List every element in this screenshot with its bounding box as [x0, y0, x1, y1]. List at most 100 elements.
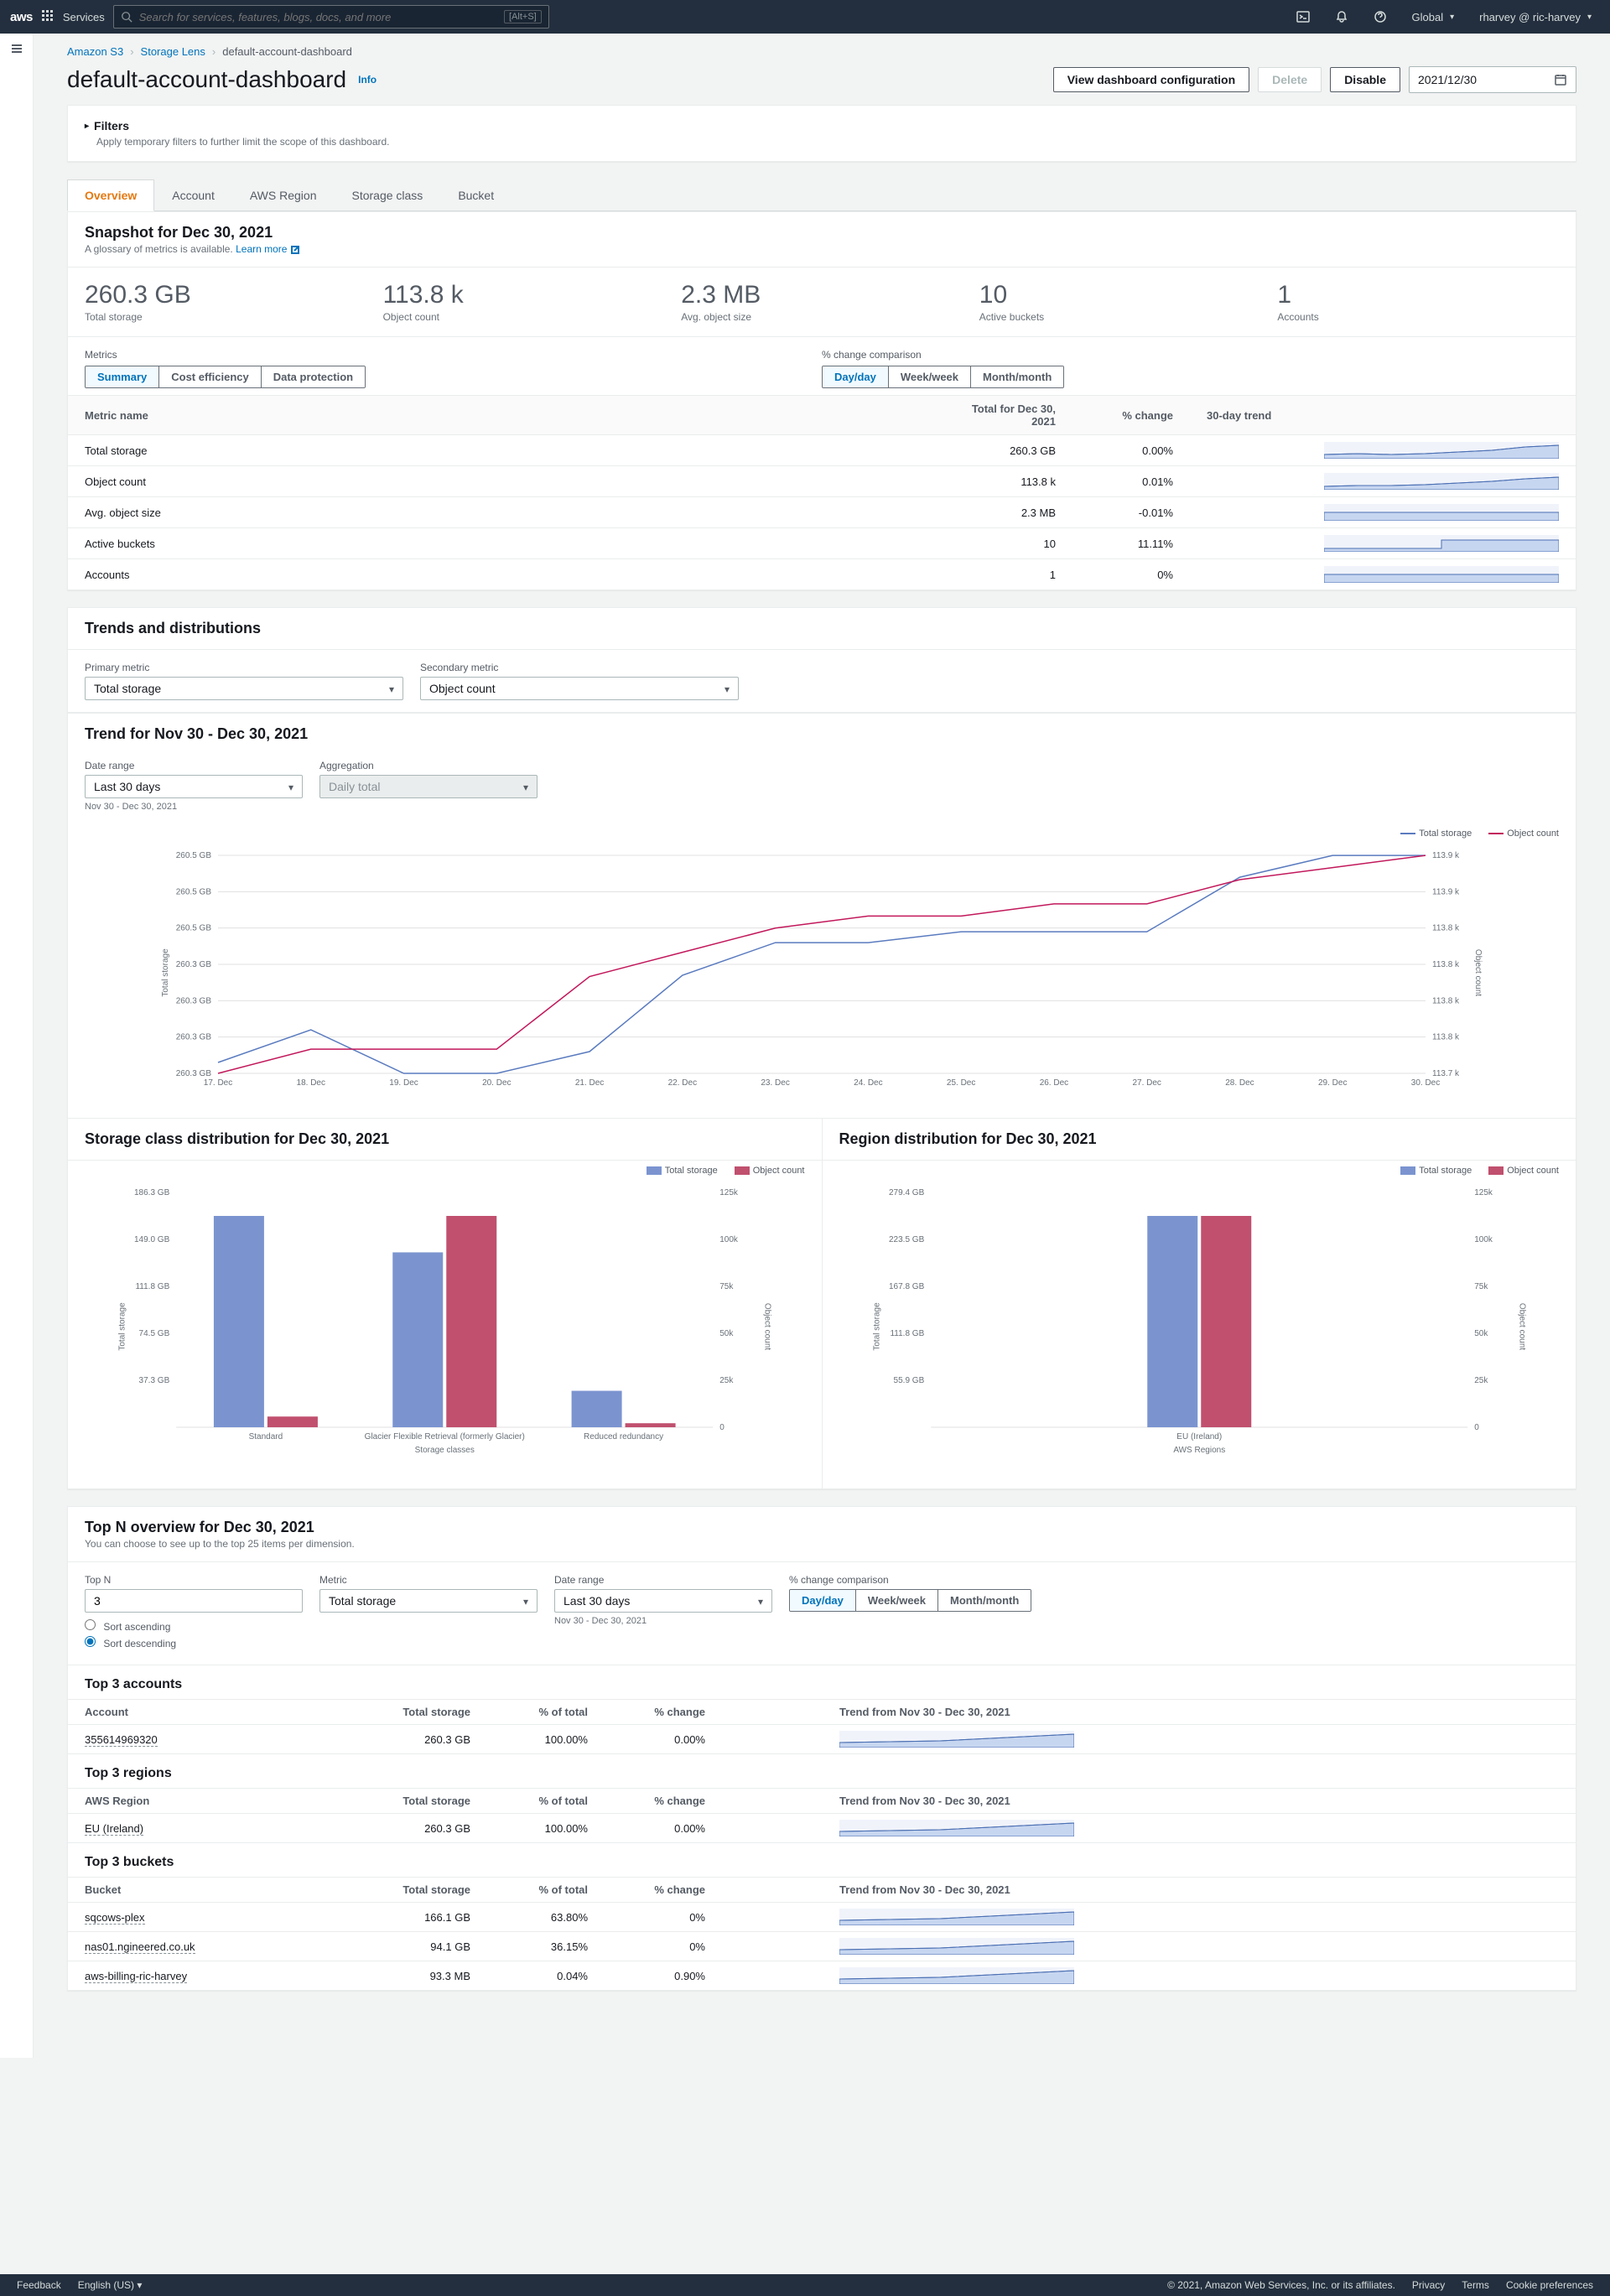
date-range-label: Date range	[85, 760, 303, 771]
tab-account[interactable]: Account	[154, 179, 232, 211]
dist-right-title: Region distribution for Dec 30, 2021	[839, 1130, 1560, 1148]
table-row: Object count113.8 k0.01%	[68, 466, 1576, 497]
svg-text:100k: 100k	[719, 1235, 739, 1244]
sort-asc-radio[interactable]: Sort ascending	[85, 1619, 303, 1633]
seg-week-week[interactable]: Week/week	[889, 366, 971, 387]
disable-button[interactable]: Disable	[1330, 67, 1400, 92]
info-link[interactable]: Info	[358, 74, 377, 86]
seg-data-protection[interactable]: Data protection	[262, 366, 365, 387]
sort-desc-radio[interactable]: Sort descending	[85, 1636, 303, 1649]
metric-cards: 260.3 GBTotal storage 113.8 kObject coun…	[68, 268, 1576, 337]
seg-cost-efficiency[interactable]: Cost efficiency	[159, 366, 261, 387]
primary-metric-select[interactable]: Total storage	[85, 677, 403, 700]
search-input[interactable]	[139, 11, 497, 23]
top-nav: aws Services [Alt+S] Global rharvey @ ri…	[0, 0, 1610, 34]
feedback-link[interactable]: Feedback	[17, 2279, 61, 2291]
tab-aws-region[interactable]: AWS Region	[232, 179, 335, 211]
topn-seg-month[interactable]: Month/month	[938, 1590, 1031, 1611]
copyright: © 2021, Amazon Web Services, Inc. or its…	[1167, 2279, 1395, 2291]
svg-text:25. Dec: 25. Dec	[947, 1078, 975, 1088]
date-picker[interactable]: 2021/12/30	[1409, 66, 1576, 93]
svg-text:37.3 GB: 37.3 GB	[139, 1376, 170, 1385]
learn-more-link[interactable]: Learn more	[236, 243, 300, 255]
seg-summary[interactable]: Summary	[86, 366, 159, 387]
topn-n-label: Top N	[85, 1574, 303, 1586]
metric-accounts: 1	[1277, 281, 1559, 309]
snapshot-title: Snapshot for Dec 30, 2021	[85, 224, 1559, 242]
svg-text:25k: 25k	[719, 1376, 734, 1385]
svg-text:28. Dec: 28. Dec	[1225, 1078, 1254, 1088]
sidebar-toggle[interactable]	[0, 34, 34, 2058]
svg-text:260.3 GB: 260.3 GB	[176, 1069, 212, 1078]
region-selector[interactable]: Global	[1404, 11, 1463, 23]
chevron-right-icon: ▸	[85, 122, 89, 131]
breadcrumb-storage-lens[interactable]: Storage Lens	[141, 45, 205, 58]
table-row: Active buckets1011.11%	[68, 528, 1576, 559]
table-row: EU (Ireland) 260.3 GB 100.00% 0.00%	[68, 1814, 1576, 1843]
filters-toggle[interactable]: ▸ Filters	[85, 119, 1559, 132]
svg-text:26. Dec: 26. Dec	[1040, 1078, 1068, 1088]
topn-change-label: % change comparison	[789, 1574, 1031, 1586]
tabs: Overview Account AWS Region Storage clas…	[67, 179, 1576, 211]
breadcrumb: Amazon S3 › Storage Lens › default-accou…	[67, 45, 1576, 58]
privacy-link[interactable]: Privacy	[1412, 2279, 1445, 2291]
notifications-icon[interactable]	[1327, 10, 1357, 23]
dist-left-title: Storage class distribution for Dec 30, 2…	[85, 1130, 805, 1148]
svg-text:125k: 125k	[719, 1188, 739, 1197]
svg-text:0: 0	[1474, 1423, 1479, 1432]
svg-text:Total storage: Total storage	[872, 1302, 881, 1351]
view-config-button[interactable]: View dashboard configuration	[1053, 67, 1249, 92]
metric-avg-object-size: 2.3 MB	[681, 281, 963, 309]
metrics-table: Metric name Total for Dec 30, 2021 % cha…	[68, 395, 1576, 590]
topn-seg-day[interactable]: Day/day	[790, 1590, 856, 1611]
svg-text:22. Dec: 22. Dec	[668, 1078, 697, 1088]
services-grid-icon[interactable]	[41, 9, 55, 25]
cloudshell-icon[interactable]	[1288, 10, 1318, 23]
chevron-right-icon: ›	[130, 45, 133, 58]
language-selector[interactable]: English (US) ▾	[78, 2279, 143, 2291]
svg-text:223.5 GB: 223.5 GB	[888, 1235, 924, 1244]
table-row: 355614969320 260.3 GB 100.00% 0.00%	[68, 1725, 1576, 1754]
secondary-metric-select[interactable]: Object count	[420, 677, 739, 700]
svg-text:186.3 GB: 186.3 GB	[134, 1188, 170, 1197]
metric-active-buckets: 10	[979, 281, 1261, 309]
terms-link[interactable]: Terms	[1462, 2279, 1489, 2291]
tab-bucket[interactable]: Bucket	[440, 179, 512, 211]
services-link[interactable]: Services	[63, 11, 105, 23]
aws-logo[interactable]: aws	[10, 10, 33, 24]
svg-text:75k: 75k	[719, 1282, 734, 1291]
dist-legend-right: Total storage Object count	[823, 1161, 1576, 1176]
svg-text:Glacier Flexible Retrieval (fo: Glacier Flexible Retrieval (formerly Gla…	[365, 1432, 525, 1441]
topn-range-select[interactable]: Last 30 days	[554, 1589, 772, 1613]
date-range-select[interactable]: Last 30 days	[85, 775, 303, 798]
trends-panel: Trends and distributions Primary metric …	[67, 607, 1576, 1489]
svg-text:260.3 GB: 260.3 GB	[176, 996, 212, 1005]
tab-storage-class[interactable]: Storage class	[334, 179, 440, 211]
svg-text:20. Dec: 20. Dec	[482, 1078, 511, 1088]
svg-text:24. Dec: 24. Dec	[854, 1078, 882, 1088]
svg-text:260.5 GB: 260.5 GB	[176, 924, 212, 933]
delete-button[interactable]: Delete	[1258, 67, 1322, 92]
svg-text:Object count: Object count	[1517, 1303, 1526, 1350]
primary-metric-label: Primary metric	[85, 662, 403, 673]
svg-text:111.8 GB: 111.8 GB	[890, 1329, 924, 1338]
breadcrumb-current: default-account-dashboard	[222, 45, 352, 58]
cookie-link[interactable]: Cookie preferences	[1506, 2279, 1593, 2291]
seg-month-month[interactable]: Month/month	[971, 366, 1063, 387]
account-menu[interactable]: rharvey @ ric-harvey	[1471, 11, 1600, 23]
svg-text:55.9 GB: 55.9 GB	[893, 1376, 924, 1385]
svg-text:50k: 50k	[719, 1329, 734, 1338]
svg-text:Storage classes: Storage classes	[415, 1446, 475, 1455]
topn-seg-week[interactable]: Week/week	[856, 1590, 938, 1611]
topn-n-input[interactable]	[85, 1589, 303, 1613]
topn-range-hint: Nov 30 - Dec 30, 2021	[554, 1616, 772, 1626]
seg-day-day[interactable]: Day/day	[823, 366, 889, 387]
help-icon[interactable]	[1365, 10, 1395, 23]
breadcrumb-s3[interactable]: Amazon S3	[67, 45, 123, 58]
tab-overview[interactable]: Overview	[67, 179, 154, 211]
topn-metric-select[interactable]: Total storage	[319, 1589, 538, 1613]
footer: Feedback English (US) ▾ © 2021, Amazon W…	[0, 2274, 1610, 2296]
svg-text:260.3 GB: 260.3 GB	[176, 960, 212, 969]
search-shortcut-hint: [Alt+S]	[504, 10, 542, 23]
search-box[interactable]: [Alt+S]	[113, 5, 549, 29]
